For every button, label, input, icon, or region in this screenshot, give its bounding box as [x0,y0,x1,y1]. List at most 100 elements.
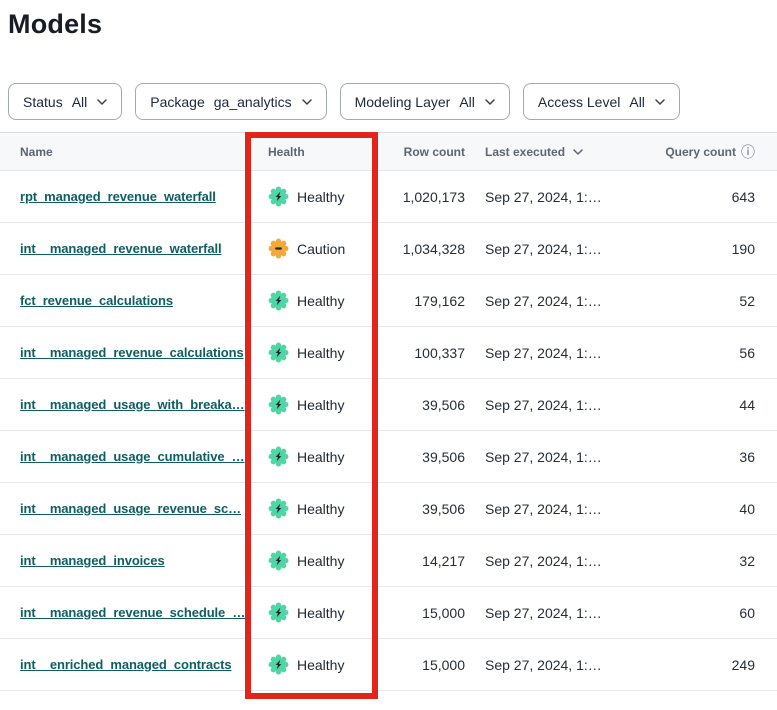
table-body: rpt_managed_revenue_waterfall Healthy 1,… [0,171,777,691]
table-row: int__managed_revenue_schedule_… Healthy … [0,587,777,639]
model-name-link[interactable]: int__managed_usage_cumulative_… [20,449,245,464]
last-executed-value: Sep 27, 2024, 1:… [465,501,640,517]
table-row: int__managed_usage_cumulative_… Healthy … [0,431,777,483]
query-count-value: 40 [640,501,777,517]
row-count-value: 14,217 [378,553,465,569]
model-name-cell: int__managed_revenue_waterfall [0,240,245,258]
model-name-cell: rpt_managed_revenue_waterfall [0,188,245,206]
filter-value: ga_analytics [214,94,292,110]
healthy-badge-icon [268,446,289,467]
last-executed-value: Sep 27, 2024, 1:… [465,657,640,673]
model-name-cell: int__managed_usage_with_breaka… [0,396,245,414]
column-header-health: Health [245,145,378,159]
health-cell: Healthy [245,186,378,207]
column-header-name: Name [0,145,245,159]
table-row: int__managed_revenue_waterfall Caution 1… [0,223,777,275]
last-executed-value: Sep 27, 2024, 1:… [465,449,640,465]
filter-dropdown-package[interactable]: Package ga_analytics [135,83,326,120]
healthy-badge-icon [268,342,289,363]
filter-bar: Status All Package ga_analytics Modeling… [8,83,769,120]
health-status-label: Healthy [297,605,344,621]
info-icon[interactable]: ⓘ [741,145,755,159]
health-status-label: Healthy [297,449,344,465]
model-name-cell: fct_revenue_calculations [0,292,245,310]
health-status-label: Healthy [297,657,344,673]
models-page: Models Status All Package ga_analytics M… [0,7,777,710]
model-name-link[interactable]: int__managed_revenue_calculations [20,345,244,360]
row-count-value: 179,162 [378,293,465,309]
chevron-down-icon [485,99,495,105]
last-executed-value: Sep 27, 2024, 1:… [465,605,640,621]
health-cell: Caution [245,238,378,259]
model-name-link[interactable]: int__enriched_managed_contracts [20,657,231,672]
model-name-link[interactable]: int__managed_usage_revenue_sc… [20,501,241,516]
query-count-value: 44 [640,397,777,413]
page-title: Models [8,7,777,41]
query-count-value: 190 [640,241,777,257]
health-status-label: Healthy [297,189,344,205]
query-count-value: 32 [640,553,777,569]
model-name-link[interactable]: int__managed_revenue_waterfall [20,241,221,256]
last-executed-value: Sep 27, 2024, 1:… [465,397,640,413]
health-cell: Healthy [245,394,378,415]
row-count-value: 15,000 [378,657,465,673]
model-name-cell: int__managed_revenue_calculations [0,344,245,362]
filter-dropdown-status[interactable]: Status All [8,83,122,120]
health-cell: Healthy [245,602,378,623]
healthy-badge-icon [268,186,289,207]
filter-dropdown-access-level[interactable]: Access Level All [523,83,680,120]
healthy-badge-icon [268,394,289,415]
health-status-label: Healthy [297,397,344,413]
healthy-badge-icon [268,602,289,623]
health-cell: Healthy [245,342,378,363]
health-status-label: Healthy [297,501,344,517]
column-header-last-executed[interactable]: Last executed [465,145,640,159]
table-row: int__managed_invoices Healthy 14,217 Sep… [0,535,777,587]
table-row: fct_revenue_calculations Healthy 179,162… [0,275,777,327]
row-count-value: 1,034,328 [378,241,465,257]
health-cell: Healthy [245,550,378,571]
last-executed-value: Sep 27, 2024, 1:… [465,189,640,205]
model-name-link[interactable]: int__managed_usage_with_breaka… [20,397,245,412]
healthy-badge-icon [268,654,289,675]
healthy-badge-icon [268,550,289,571]
health-cell: Healthy [245,290,378,311]
table-row: int__managed_usage_revenue_sc… Healthy 3… [0,483,777,535]
health-cell: Healthy [245,654,378,675]
table-row: int__enriched_managed_contracts Healthy … [0,639,777,691]
health-cell: Healthy [245,446,378,467]
filter-value: All [459,94,475,110]
filter-dropdown-modeling-layer[interactable]: Modeling Layer All [340,83,510,120]
filter-value: All [629,94,645,110]
last-executed-value: Sep 27, 2024, 1:… [465,553,640,569]
model-name-link[interactable]: fct_revenue_calculations [20,293,173,308]
model-name-cell: int__enriched_managed_contracts [0,656,245,674]
table-header-row: Name Health Row count Last executed Quer… [0,132,777,171]
query-count-value: 56 [640,345,777,361]
model-name-cell: int__managed_usage_revenue_sc… [0,500,245,518]
query-count-value: 52 [640,293,777,309]
row-count-value: 100,337 [378,345,465,361]
healthy-badge-icon [268,498,289,519]
model-name-cell: int__managed_invoices [0,552,245,570]
health-cell: Healthy [245,498,378,519]
model-name-link[interactable]: rpt_managed_revenue_waterfall [20,189,216,204]
filter-label: Status [23,94,63,110]
row-count-value: 39,506 [378,397,465,413]
filter-value: All [72,94,88,110]
models-table: Name Health Row count Last executed Quer… [0,132,777,691]
model-name-link[interactable]: int__managed_revenue_schedule_… [20,605,245,620]
column-header-query-count: Query count ⓘ [640,145,777,159]
row-count-value: 39,506 [378,501,465,517]
row-count-value: 1,020,173 [378,189,465,205]
model-name-link[interactable]: int__managed_invoices [20,553,165,568]
health-status-label: Healthy [297,293,344,309]
health-status-label: Healthy [297,345,344,361]
model-name-cell: int__managed_revenue_schedule_… [0,604,245,622]
healthy-badge-icon [268,290,289,311]
query-count-value: 36 [640,449,777,465]
filter-label: Package [150,94,204,110]
table-row: int__managed_revenue_calculations Health… [0,327,777,379]
query-count-value: 60 [640,605,777,621]
filter-label: Access Level [538,94,620,110]
